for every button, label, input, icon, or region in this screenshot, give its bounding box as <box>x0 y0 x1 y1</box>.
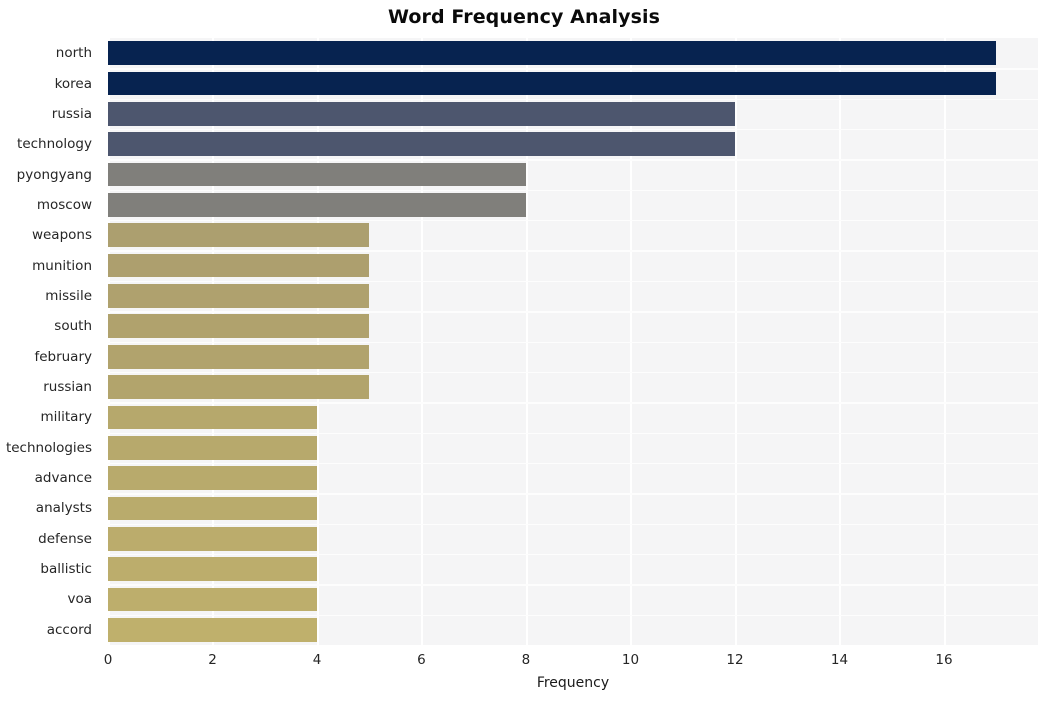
bars-layer <box>108 38 1038 645</box>
y-tick-label-military: military <box>40 409 92 426</box>
bar-north[interactable] <box>108 41 997 65</box>
y-tick-label-weapons: weapons <box>31 227 92 244</box>
y-axis-tick-labels: north korea russia technology pyongyang mosco… <box>0 38 100 645</box>
bar-advance[interactable] <box>108 466 317 490</box>
y-tick-label-korea: korea <box>54 75 92 92</box>
bar-korea[interactable] <box>108 71 997 96</box>
x-tick-label-0: 0 <box>103 652 113 668</box>
plot-area <box>108 38 1038 645</box>
y-tick-label-ballistic: ballistic <box>40 561 92 578</box>
bar-accord[interactable] <box>108 617 317 642</box>
x-tick-label-6: 6 <box>417 652 426 668</box>
y-tick-label-south: south <box>54 318 92 335</box>
x-tick-label-16: 16 <box>935 652 953 668</box>
y-tick-label-accord: accord <box>46 621 92 638</box>
bar-missile[interactable] <box>108 284 370 308</box>
bar-russian[interactable] <box>108 375 370 399</box>
x-tick-label-12: 12 <box>726 652 744 668</box>
y-tick-label-north: north <box>55 45 92 62</box>
y-tick-label-moscow: moscow <box>36 196 92 213</box>
y-tick-label-defense: defense <box>38 530 92 547</box>
chart-title: Word Frequency Analysis <box>387 6 661 28</box>
bar-munition[interactable] <box>108 253 370 278</box>
y-tick-label-february: february <box>34 348 92 365</box>
y-tick-label-munition: munition <box>32 257 92 274</box>
bar-analysts[interactable] <box>108 496 317 521</box>
x-tick-label-14: 14 <box>830 652 849 668</box>
bar-ballistic[interactable] <box>108 557 317 581</box>
bar-military[interactable] <box>108 405 317 430</box>
bar-technology[interactable] <box>108 132 735 157</box>
bar-defense[interactable] <box>108 526 317 551</box>
x-axis-title: Frequency <box>536 675 610 691</box>
x-tick-label-8: 8 <box>521 652 531 668</box>
y-tick-label-voa: voa <box>67 591 92 608</box>
y-tick-label-pyongyang: pyongyang <box>16 166 92 183</box>
y-tick-label-technology: technology <box>17 136 92 153</box>
bar-february[interactable] <box>108 344 370 369</box>
bar-weapons[interactable] <box>108 223 370 248</box>
bar-technologies[interactable] <box>108 435 317 460</box>
x-axis-tick-labels: 0 2 4 6 8 10 12 14 16 <box>104 645 1038 675</box>
bar-south[interactable] <box>108 314 370 339</box>
word-frequency-bar-chart: Word Frequency Analysis north korea russia… <box>0 0 1048 701</box>
bar-voa[interactable] <box>108 587 317 612</box>
bar-pyongyang[interactable] <box>108 162 526 187</box>
y-tick-label-missile: missile <box>45 287 92 304</box>
y-tick-label-russian: russian <box>43 379 92 396</box>
y-tick-label-technologies: technologies <box>5 439 92 456</box>
bar-moscow[interactable] <box>108 193 526 217</box>
x-tick-label-4: 4 <box>312 652 322 668</box>
x-tick-label-2: 2 <box>208 652 217 668</box>
y-tick-label-russia: russia <box>51 105 92 122</box>
y-tick-label-analysts: analysts <box>35 500 92 517</box>
bar-russia[interactable] <box>108 102 735 126</box>
y-tick-label-advance: advance <box>34 470 92 487</box>
x-tick-label-10: 10 <box>621 652 640 668</box>
